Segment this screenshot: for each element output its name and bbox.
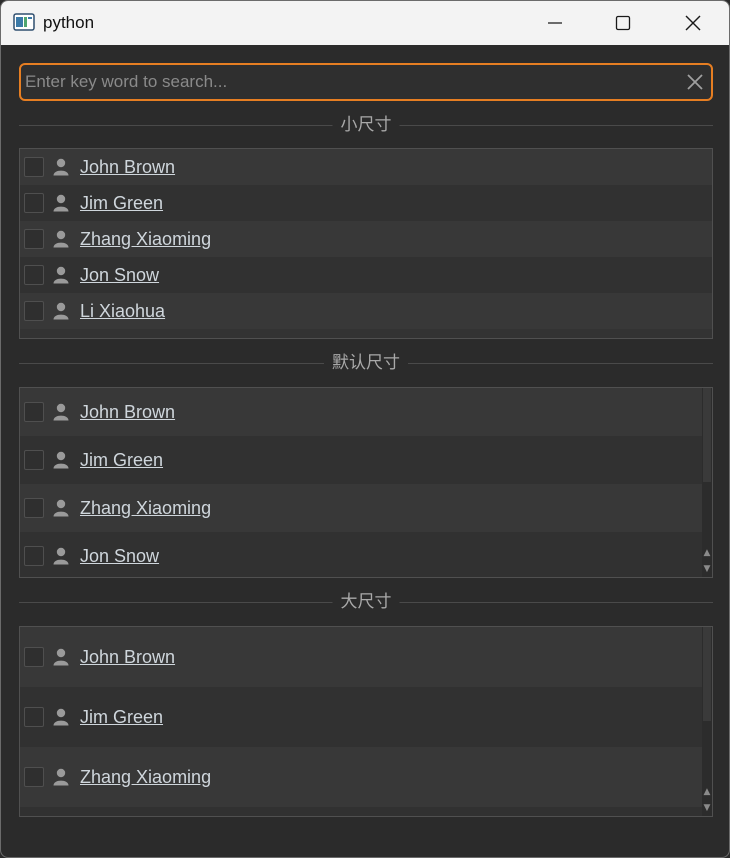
- user-link[interactable]: Jim Green: [80, 450, 163, 471]
- section-label-small: 小尺寸: [332, 115, 400, 135]
- user-link[interactable]: Jon Snow: [80, 265, 159, 286]
- section-header-large: 大尺寸: [19, 592, 713, 612]
- scrollbar[interactable]: ▲ ▼: [702, 627, 712, 816]
- checkbox[interactable]: [24, 647, 44, 667]
- list-item[interactable]: John Brown: [20, 388, 712, 436]
- list-item[interactable]: Jim Green: [20, 687, 712, 747]
- search-input[interactable]: [25, 65, 665, 99]
- checkbox[interactable]: [24, 193, 44, 213]
- app-window: python 小尺寸: [0, 0, 730, 858]
- user-link[interactable]: Zhang Xiaoming: [80, 498, 211, 519]
- user-link[interactable]: Zhang Xiaoming: [80, 229, 211, 250]
- list-item[interactable]: Zhang Xiaoming: [20, 484, 712, 532]
- user-link[interactable]: Jim Green: [80, 707, 163, 728]
- close-icon: [685, 15, 701, 31]
- checkbox[interactable]: [24, 301, 44, 321]
- scroll-thumb[interactable]: [703, 388, 711, 482]
- clear-x-icon[interactable]: [685, 72, 705, 92]
- user-icon: [53, 451, 69, 469]
- list-default: John Brown Jim Green Zhang Xiaoming Jon …: [19, 387, 713, 578]
- list-item[interactable]: Jon Snow: [20, 257, 712, 293]
- checkbox[interactable]: [24, 707, 44, 727]
- user-icon: [53, 230, 69, 248]
- list-large: John Brown Jim Green Zhang Xiaoming ▲ ▼: [19, 626, 713, 817]
- user-link[interactable]: John Brown: [80, 647, 175, 668]
- list-item[interactable]: Zhang Xiaoming: [20, 747, 712, 807]
- user-link[interactable]: John Brown: [80, 157, 175, 178]
- user-link[interactable]: Zhang Xiaoming: [80, 767, 211, 788]
- list-small: John Brown Jim Green Zhang Xiaoming Jon …: [19, 148, 713, 339]
- user-icon: [53, 302, 69, 320]
- user-icon: [53, 403, 69, 421]
- checkbox[interactable]: [24, 546, 44, 566]
- section-label-default: 默认尺寸: [324, 353, 408, 373]
- user-link[interactable]: Jim Green: [80, 193, 163, 214]
- window-title: python: [43, 13, 95, 32]
- user-icon: [53, 768, 69, 786]
- list-item[interactable]: Jim Green: [20, 436, 712, 484]
- scroll-down-icon[interactable]: ▼: [702, 564, 712, 574]
- scroll-thumb[interactable]: [703, 627, 711, 721]
- list-item[interactable]: Zhang Xiaoming: [20, 221, 712, 257]
- minimize-icon: [548, 22, 562, 24]
- scrollbar[interactable]: ▲ ▼: [702, 388, 712, 577]
- list-item-partial: [20, 807, 712, 816]
- user-icon: [53, 194, 69, 212]
- user-icon: [53, 708, 69, 726]
- close-button[interactable]: [663, 1, 723, 45]
- list-item[interactable]: John Brown: [20, 149, 712, 185]
- checkbox[interactable]: [24, 402, 44, 422]
- scroll-up-icon[interactable]: ▲: [702, 548, 712, 558]
- list-item[interactable]: Jim Green: [20, 185, 712, 221]
- user-icon: [53, 547, 69, 565]
- user-icon: [53, 158, 69, 176]
- minimize-button[interactable]: [525, 1, 585, 45]
- user-icon: [53, 266, 69, 284]
- checkbox[interactable]: [24, 229, 44, 249]
- checkbox[interactable]: [24, 157, 44, 177]
- user-icon: [53, 648, 69, 666]
- section-label-large: 大尺寸: [332, 592, 400, 612]
- checkbox[interactable]: [24, 767, 44, 787]
- user-icon: [53, 499, 69, 517]
- python-app-icon: [13, 13, 35, 31]
- list-item[interactable]: John Brown: [20, 627, 712, 687]
- checkbox[interactable]: [24, 265, 44, 285]
- user-link[interactable]: Li Xiaohua: [80, 301, 165, 322]
- list-item[interactable]: Li Xiaohua: [20, 293, 712, 329]
- scroll-up-icon[interactable]: ▲: [702, 787, 712, 797]
- checkbox[interactable]: [24, 498, 44, 518]
- section-header-default: 默认尺寸: [19, 353, 713, 373]
- checkbox[interactable]: [24, 450, 44, 470]
- search-box: [19, 63, 713, 101]
- section-header-small: 小尺寸: [19, 115, 713, 135]
- list-item[interactable]: Jon Snow: [20, 532, 712, 577]
- user-link[interactable]: John Brown: [80, 402, 175, 423]
- scroll-down-icon[interactable]: ▼: [702, 803, 712, 813]
- maximize-button[interactable]: [593, 1, 653, 45]
- title-bar: python: [1, 1, 729, 45]
- maximize-icon: [615, 15, 631, 31]
- user-link[interactable]: Jon Snow: [80, 546, 159, 567]
